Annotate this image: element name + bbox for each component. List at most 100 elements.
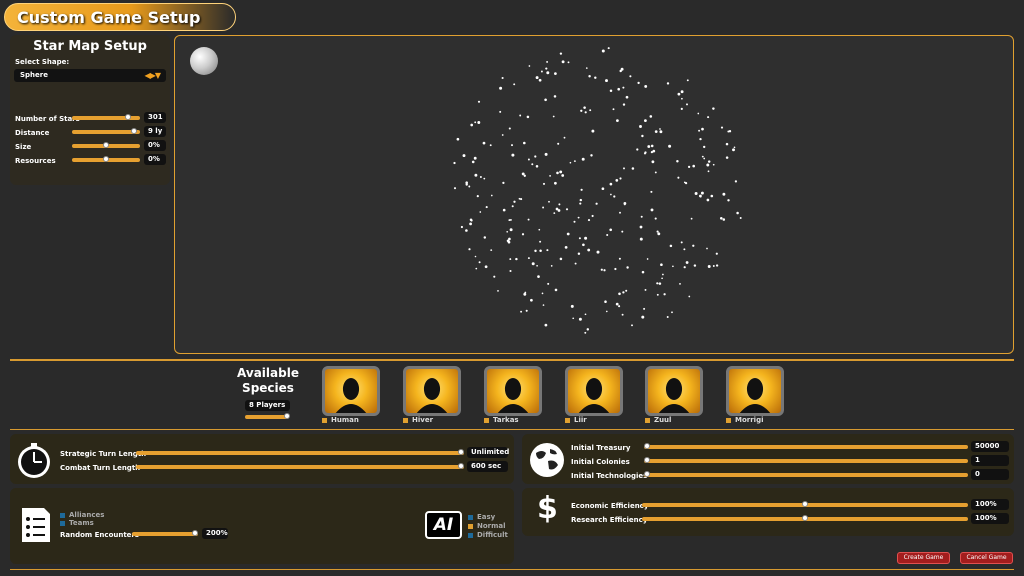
create-game-button[interactable]: Create Game — [897, 552, 950, 564]
star — [712, 163, 715, 166]
strategic-turn-length-slider[interactable] — [136, 449, 464, 455]
ai-icon: AI — [425, 511, 462, 539]
ai-level-radio-icon[interactable] — [468, 523, 473, 529]
star — [725, 142, 729, 146]
species-name: Liir — [565, 416, 587, 424]
morrigi-portrait-icon[interactable] — [726, 366, 784, 416]
star-slider-knob[interactable] — [103, 142, 109, 148]
star — [706, 163, 710, 167]
star-slider-knob[interactable] — [125, 114, 131, 120]
star — [656, 293, 659, 296]
human-portrait-icon[interactable] — [322, 366, 380, 416]
initial-technologies-label: Initial Technologies — [571, 472, 648, 480]
star — [566, 232, 570, 236]
shape-dropdown-icon[interactable]: ▼ — [155, 71, 161, 80]
strategic-turn-slider-knob[interactable] — [458, 449, 464, 455]
star — [559, 170, 563, 174]
star — [519, 114, 522, 117]
star — [587, 219, 591, 222]
star — [659, 130, 663, 134]
random-encounters-slider-knob[interactable] — [192, 530, 198, 536]
star — [456, 137, 460, 141]
star — [579, 202, 582, 205]
star — [617, 87, 621, 91]
ai-level-radio-icon[interactable] — [468, 532, 473, 538]
initial-treasury-slider-knob[interactable] — [644, 443, 650, 449]
star-slider[interactable] — [72, 156, 140, 162]
teams-checkbox[interactable]: Teams — [60, 519, 94, 527]
combat-turn-slider-knob[interactable] — [458, 463, 464, 469]
players-slider[interactable] — [245, 413, 290, 419]
zuul-portrait-icon[interactable] — [645, 366, 703, 416]
initial-colonies-slider-knob[interactable] — [644, 457, 650, 463]
star — [701, 155, 704, 158]
star — [666, 82, 670, 85]
cancel-game-button[interactable]: Cancel Game — [960, 552, 1013, 564]
ai-level-option[interactable]: Difficult — [468, 531, 508, 539]
star — [521, 172, 525, 176]
star-slider[interactable] — [72, 114, 140, 120]
tarkas-portrait-icon[interactable] — [484, 366, 542, 416]
initial-technologies-slider-knob[interactable] — [644, 471, 650, 477]
shape-select[interactable]: Sphere ◀▶▼ — [14, 69, 166, 82]
star — [672, 265, 674, 268]
initial-technologies-slider[interactable] — [644, 471, 968, 477]
alliances-check-icon[interactable] — [60, 512, 65, 518]
star — [527, 218, 530, 221]
star — [629, 75, 632, 78]
alliances-checkbox[interactable]: Alliances — [60, 511, 104, 519]
checklist-icon — [22, 508, 50, 542]
ai-level-radio-icon[interactable] — [468, 514, 473, 520]
initial-treasury-slider[interactable] — [644, 443, 968, 449]
star — [656, 282, 659, 285]
star-slider[interactable] — [72, 128, 140, 134]
star-map-view[interactable] — [174, 35, 1014, 354]
star-slider-knob[interactable] — [131, 128, 137, 134]
star — [474, 173, 478, 177]
star — [659, 128, 661, 130]
star — [479, 211, 482, 213]
star — [622, 291, 625, 294]
star — [727, 199, 730, 202]
star — [699, 137, 702, 141]
star-slider[interactable] — [72, 142, 140, 148]
star — [722, 192, 726, 196]
star — [468, 248, 471, 251]
star — [610, 193, 612, 196]
species-label: Tarkas — [493, 416, 519, 424]
star — [539, 240, 542, 243]
players-slider-knob[interactable] — [284, 413, 290, 419]
research-efficiency-slider[interactable] — [642, 515, 968, 521]
star — [584, 111, 587, 114]
research-efficiency-slider-knob[interactable] — [802, 515, 808, 521]
star — [734, 180, 738, 183]
star — [623, 167, 625, 170]
star-slider-knob[interactable] — [103, 156, 109, 162]
hiver-portrait-icon[interactable] — [403, 366, 461, 416]
liir-portrait-icon[interactable] — [565, 366, 623, 416]
ai-level-option[interactable]: Normal — [468, 522, 506, 530]
star — [692, 244, 695, 247]
economic-efficiency-slider[interactable] — [642, 501, 968, 507]
star — [549, 175, 551, 177]
species-name: Human — [322, 416, 359, 424]
star — [502, 208, 506, 212]
star — [474, 121, 477, 124]
economic-efficiency-slider-knob[interactable] — [802, 501, 808, 507]
sphere-shape-icon — [190, 47, 218, 75]
initial-colonies-value: 1 — [971, 455, 1009, 466]
random-encounters-slider[interactable] — [132, 530, 198, 536]
star — [479, 176, 482, 178]
star — [509, 228, 513, 232]
combat-turn-length-slider[interactable] — [136, 463, 464, 469]
star — [688, 295, 691, 298]
star — [469, 222, 472, 226]
star — [520, 198, 523, 201]
ai-level-option[interactable]: Easy — [468, 513, 495, 521]
teams-check-icon[interactable] — [60, 520, 65, 526]
ai-level-label: Easy — [477, 513, 496, 521]
star — [601, 187, 605, 191]
star — [534, 155, 537, 158]
star — [739, 217, 742, 219]
initial-colonies-slider[interactable] — [644, 457, 968, 463]
